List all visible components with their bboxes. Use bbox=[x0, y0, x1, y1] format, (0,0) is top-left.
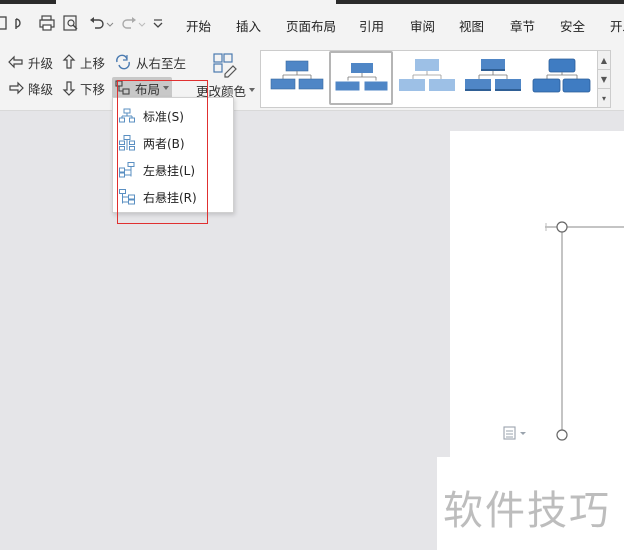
gallery-expand-icon[interactable]: ▾ bbox=[598, 89, 610, 107]
tab-developer[interactable]: 开发 bbox=[610, 16, 624, 35]
customize-toolbar-icon[interactable] bbox=[150, 14, 168, 32]
document-page[interactable] bbox=[450, 131, 624, 457]
demote-label: 降级 bbox=[28, 81, 54, 97]
move-up-button[interactable]: 上移 bbox=[62, 51, 105, 73]
move-up-label: 上移 bbox=[80, 55, 106, 71]
chevron-down-icon bbox=[249, 88, 256, 92]
arrow-down-icon bbox=[62, 81, 76, 96]
redo-icon[interactable] bbox=[120, 14, 138, 32]
tab-references[interactable]: 引用 bbox=[359, 16, 384, 35]
arrow-left-icon bbox=[8, 55, 23, 69]
promote-button[interactable]: 升级 bbox=[8, 51, 53, 73]
tab-page-layout[interactable]: 页面布局 bbox=[286, 16, 336, 35]
org-chart-style-icon bbox=[465, 59, 521, 91]
style-option-4[interactable] bbox=[461, 53, 523, 101]
smartart-style-gallery bbox=[260, 50, 598, 108]
style-option-1[interactable] bbox=[265, 53, 327, 101]
tab-security[interactable]: 安全 bbox=[560, 16, 585, 35]
tab-insert[interactable]: 插入 bbox=[236, 16, 261, 35]
org-chart-style-icon bbox=[532, 58, 591, 93]
right-to-left-label: 从右至左 bbox=[136, 55, 187, 71]
annotation-highlight-box bbox=[117, 80, 208, 224]
arrow-right-icon bbox=[9, 81, 24, 95]
tab-review[interactable]: 审阅 bbox=[410, 16, 435, 35]
tab-sections[interactable]: 章节 bbox=[510, 16, 535, 35]
smartart-frame bbox=[545, 221, 624, 441]
undo-icon[interactable] bbox=[88, 14, 106, 32]
tab-home[interactable]: 开始 bbox=[186, 16, 211, 35]
resize-handle[interactable] bbox=[556, 429, 568, 441]
menu-bar: 开始 插入 页面布局 引用 审阅 视图 章节 安全 开发 bbox=[0, 4, 624, 42]
org-chart-style-icon bbox=[399, 59, 455, 91]
move-down-button[interactable]: 下移 bbox=[62, 77, 105, 99]
demote-button[interactable]: 降级 bbox=[8, 77, 53, 99]
promote-label: 升级 bbox=[28, 55, 54, 71]
palette-icon bbox=[213, 53, 237, 78]
gallery-scrollbar[interactable]: ▲ ▼ ▾ bbox=[597, 50, 611, 108]
style-option-5[interactable] bbox=[529, 53, 591, 101]
print-icon[interactable] bbox=[38, 14, 56, 32]
arrow-up-icon bbox=[62, 54, 76, 69]
change-colors-icon-button[interactable] bbox=[212, 50, 242, 80]
resize-handle[interactable] bbox=[556, 221, 568, 233]
scroll-down-icon[interactable]: ▼ bbox=[598, 70, 610, 89]
save-icon[interactable] bbox=[0, 14, 10, 32]
org-chart-style-icon bbox=[270, 60, 324, 90]
style-option-3[interactable] bbox=[395, 53, 457, 101]
right-to-left-button[interactable]: 从右至左 bbox=[114, 51, 186, 73]
tab-view[interactable]: 视图 bbox=[459, 16, 484, 35]
org-chart-style-icon bbox=[334, 63, 389, 92]
right-to-left-icon bbox=[116, 54, 130, 70]
move-down-label: 下移 bbox=[80, 81, 106, 97]
redo-dropdown-icon[interactable] bbox=[138, 14, 146, 32]
watermark-text: 软件技巧 bbox=[443, 488, 611, 534]
undo-dropdown-icon[interactable] bbox=[106, 14, 114, 32]
paste-options-icon[interactable] bbox=[502, 425, 528, 444]
smartart-ribbon: 升级 降级 上移 下移 从右至左 布局 更改颜色 ▲ ▼ ▾ bbox=[0, 42, 624, 111]
export-icon[interactable] bbox=[12, 14, 30, 32]
scroll-up-icon[interactable]: ▲ bbox=[598, 51, 610, 70]
print-preview-icon[interactable] bbox=[62, 14, 80, 32]
style-option-2-selected[interactable] bbox=[329, 51, 393, 105]
